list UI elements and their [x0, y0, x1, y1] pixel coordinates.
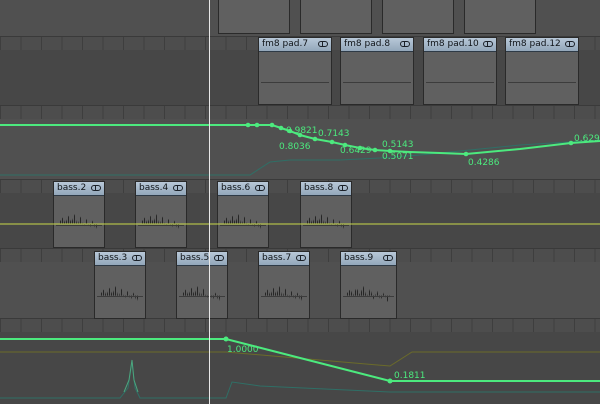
automation-node: [269, 122, 275, 128]
automation-node: [245, 122, 251, 128]
automation-node: [254, 122, 260, 128]
automation-line-lower: [0, 338, 600, 382]
playhead[interactable]: [209, 0, 210, 404]
automation-value-label: 0.7143: [318, 129, 350, 139]
automation-overlay: 0.9821 0.7143 0.8036 0.6429 0.5143 0.507…: [0, 122, 600, 399]
automation-node: [223, 336, 229, 342]
automation-spike: [123, 359, 139, 393]
automation-node: [312, 136, 318, 142]
automation-node: [463, 151, 469, 157]
automation-value-label: 0.4286: [468, 158, 500, 168]
automation-value-label: 0.1811: [394, 371, 426, 381]
automation-node: [387, 378, 393, 384]
arrange-area[interactable]: fm8 pad.7 fm8 pad.8 fm8 pad.10 fm8 pad.1…: [0, 0, 600, 404]
automation-value-label: 0.5071: [382, 152, 414, 162]
automation-labels-upper: 0.9821 0.7143 0.8036 0.6429 0.5143 0.507…: [279, 126, 600, 168]
automation-value-label: 0.9821: [286, 126, 318, 136]
automation-node: [329, 139, 335, 145]
automation-node: [372, 147, 378, 153]
automation-value-label: 0.6295: [574, 134, 600, 144]
automation-node: [278, 125, 284, 131]
automation-olive-line: [0, 351, 600, 367]
automation-value-label: 0.5143: [382, 140, 414, 150]
automation-value-label: 0.8036: [279, 142, 311, 152]
automation-value-label: 1.0000: [227, 345, 259, 355]
automation-node: [568, 140, 574, 146]
automation-value-label: 0.6429: [340, 146, 372, 156]
